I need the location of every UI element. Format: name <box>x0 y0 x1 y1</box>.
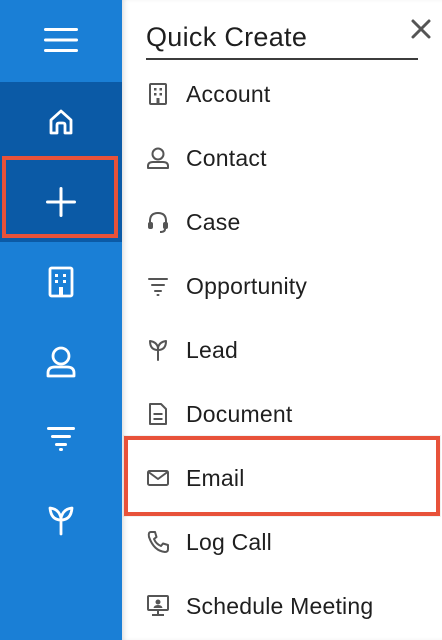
funnel-icon <box>146 274 170 298</box>
quick-create-email[interactable]: Email <box>122 450 438 506</box>
home-icon <box>49 109 73 135</box>
panel-title: Quick Create <box>146 16 418 60</box>
sidebar-accounts-button[interactable] <box>0 250 122 314</box>
building-icon <box>146 82 170 106</box>
quick-create-lead[interactable]: Lead <box>122 322 438 378</box>
sidebar-leads-button[interactable] <box>0 488 122 552</box>
quick-create-schedule-meeting[interactable]: Schedule Meeting <box>122 578 438 634</box>
menu-item-label: Log Call <box>186 528 272 555</box>
presentation-icon <box>146 594 170 618</box>
menu-item-label: Opportunity <box>186 272 308 299</box>
quick-create-opportunity[interactable]: Opportunity <box>122 258 438 314</box>
quick-create-document[interactable]: Document <box>122 386 438 442</box>
funnel-icon <box>47 427 75 451</box>
quick-create-account[interactable]: Account <box>122 66 438 122</box>
person-icon <box>146 146 170 170</box>
menu-item-label: Contact <box>186 144 267 171</box>
sidebar-home-button[interactable] <box>0 82 122 162</box>
quick-create-log-call[interactable]: Log Call <box>122 514 438 570</box>
menu-item-label: Account <box>186 80 271 107</box>
menu-item-label: Lead <box>186 336 238 363</box>
hamburger-menu-icon <box>44 28 78 52</box>
building-icon <box>48 266 74 298</box>
plus-icon <box>46 187 76 217</box>
sidebar <box>0 0 122 640</box>
document-icon <box>146 402 170 426</box>
menu-item-label: Case <box>186 208 241 235</box>
close-icon <box>411 19 431 39</box>
sidebar-opportunities-button[interactable] <box>0 406 122 470</box>
quick-create-contact[interactable]: Contact <box>122 130 438 186</box>
sprout-icon <box>146 338 170 362</box>
sidebar-contacts-button[interactable] <box>0 330 122 394</box>
envelope-icon <box>146 466 170 490</box>
menu-item-label: Document <box>186 400 293 427</box>
sprout-icon <box>48 506 74 536</box>
quick-create-case[interactable]: Case <box>122 194 438 250</box>
close-button[interactable] <box>404 12 438 46</box>
headset-icon <box>146 210 170 234</box>
menu-item-label: Email <box>186 464 245 491</box>
menu-item-label: Schedule Meeting <box>186 592 374 619</box>
phone-icon <box>146 530 170 554</box>
person-icon <box>46 346 76 378</box>
sidebar-quick-create-button[interactable] <box>0 162 122 242</box>
sidebar-menu-button[interactable] <box>0 8 122 72</box>
